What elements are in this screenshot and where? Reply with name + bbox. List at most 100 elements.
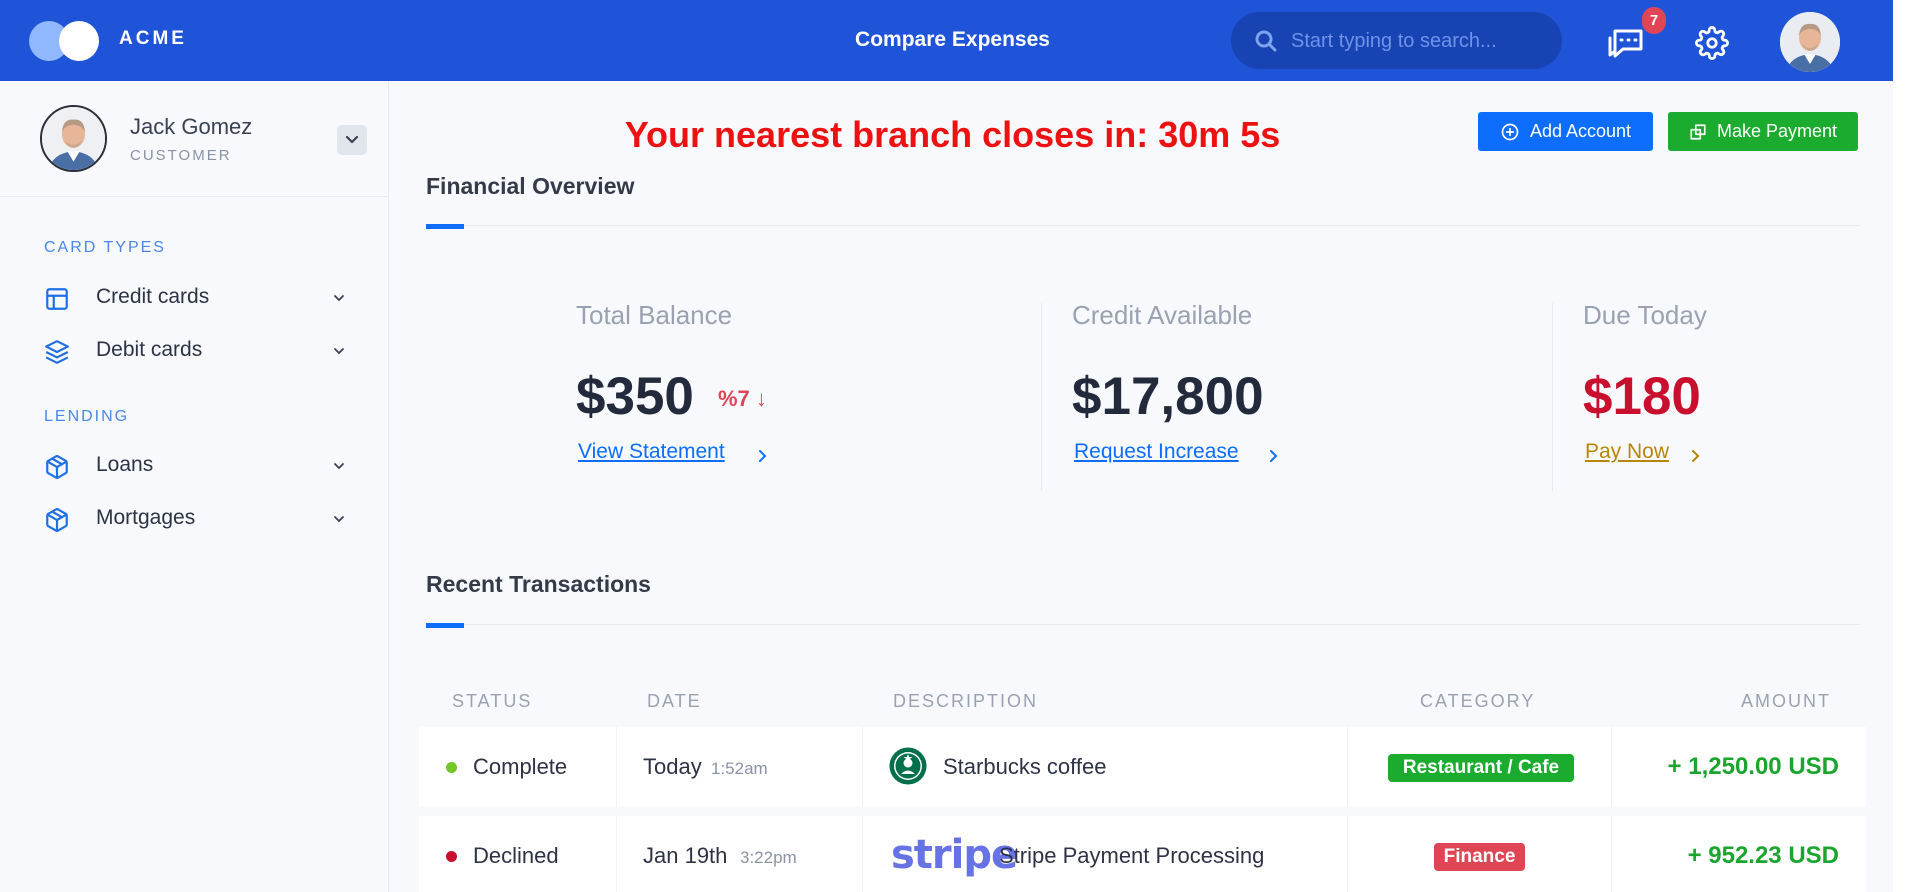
- chat-icon[interactable]: [1607, 25, 1647, 61]
- chevron-down-icon: [334, 516, 344, 523]
- stat-label: Due Today: [1583, 300, 1707, 330]
- request-increase-link[interactable]: Request Increase: [1074, 440, 1239, 464]
- column-header-amount[interactable]: AMOUNT: [1741, 691, 1831, 712]
- stat-divider: [1552, 303, 1553, 491]
- sidebar-item-loans[interactable]: Loans: [40, 447, 350, 485]
- acme-logo[interactable]: [29, 21, 99, 61]
- section-heading-lending: LENDING: [44, 408, 130, 425]
- cell-divider: [1347, 816, 1348, 892]
- view-statement-link[interactable]: View Statement: [578, 440, 725, 464]
- stat-value: $180: [1583, 367, 1701, 426]
- sidebar-item-label: Mortgages: [96, 506, 196, 529]
- chevron-right-icon: [1270, 450, 1278, 462]
- top-bar: ACME Compare Expenses 7: [0, 0, 1893, 81]
- logo-circle-right: [59, 21, 99, 61]
- cell-divider: [616, 727, 617, 807]
- transaction-time: 1:52am: [711, 759, 768, 778]
- make-payment-button[interactable]: Make Payment: [1668, 112, 1858, 151]
- column-header-category[interactable]: CATEGORY: [1420, 691, 1535, 712]
- user-profile: Jack Gomez CUSTOMER: [40, 105, 367, 175]
- section-rule: [426, 624, 1860, 625]
- transaction-date: Jan 19th: [643, 843, 728, 868]
- page-title: Compare Expenses: [855, 28, 1050, 51]
- branch-countdown-banner: Your nearest branch closes in: 30m 5s: [624, 114, 1281, 155]
- sidebar-item-label: Loans: [96, 453, 154, 476]
- cell-divider: [1347, 727, 1348, 807]
- sidebar-item-label: Credit cards: [96, 285, 210, 308]
- stat-due-today: Due Today $180 Pay Now: [1583, 300, 1707, 463]
- stat-value: $17,800: [1072, 367, 1264, 426]
- financial-overview-heading: Financial Overview: [426, 173, 635, 199]
- cell-divider: [1611, 816, 1612, 892]
- cell-divider: [862, 727, 863, 807]
- stat-total-balance: Total Balance $350 View Statement: [576, 300, 767, 463]
- stat-credit-available: Credit Available $17,800 Request Increas…: [1072, 300, 1278, 463]
- category-badge: Finance: [1434, 843, 1525, 871]
- stat-divider: [1041, 303, 1042, 491]
- plus-circle-icon: [1501, 123, 1519, 140]
- transaction-description: Stripe Payment Processing: [999, 843, 1265, 868]
- status-dot: [446, 851, 457, 862]
- transaction-date: Today: [643, 754, 702, 779]
- pay-now-link[interactable]: Pay Now: [1585, 440, 1669, 464]
- section-accent: [426, 224, 464, 229]
- stat-value: $350: [576, 367, 694, 426]
- make-payment-label: Make Payment: [1716, 121, 1838, 141]
- sidebar-item-credit-cards[interactable]: Credit cards: [40, 279, 350, 317]
- chevron-right-icon: [759, 450, 767, 462]
- table-row[interactable]: Complete Today 1:52am Starbucks coffee R…: [419, 727, 1866, 807]
- chevron-down-icon: [334, 295, 344, 302]
- column-header-date[interactable]: DATE: [647, 691, 702, 712]
- transaction-status: Declined: [473, 843, 559, 868]
- sidebar-item-mortgages[interactable]: Mortgages: [40, 500, 350, 538]
- section-heading-card-types: CARD TYPES: [44, 239, 166, 256]
- add-account-label: Add Account: [1529, 121, 1632, 141]
- cell-divider: [616, 816, 617, 892]
- transaction-amount: + 952.23 USD: [1687, 842, 1839, 869]
- user-name: Jack Gomez: [130, 114, 253, 139]
- transaction-time: 3:22pm: [740, 848, 797, 867]
- chevron-down-icon: [334, 463, 344, 470]
- search-input[interactable]: [1291, 26, 1541, 56]
- column-header-description[interactable]: DESCRIPTION: [893, 691, 1038, 712]
- status-dot: [446, 762, 457, 773]
- balance-change-indicator: %7 ↓: [718, 386, 767, 411]
- user-menu-toggle[interactable]: [337, 125, 367, 155]
- table-row[interactable]: Declined Jan 19th 3:22pm stripe Stripe P…: [419, 816, 1866, 892]
- gear-icon[interactable]: [1695, 26, 1729, 60]
- chevron-right-icon: [1692, 450, 1700, 462]
- chevron-down-icon: [334, 348, 344, 355]
- section-rule: [426, 225, 1860, 226]
- cell-divider: [1611, 727, 1612, 807]
- recent-transactions-heading: Recent Transactions: [426, 571, 651, 597]
- transaction-amount: + 1,250.00 USD: [1667, 753, 1839, 780]
- category-badge: Restaurant / Cafe: [1388, 754, 1574, 782]
- chevron-down-icon: [345, 135, 359, 144]
- column-header-status[interactable]: STATUS: [452, 691, 532, 712]
- sidebar: Jack Gomez CUSTOMER CARD TYPES Credit ca…: [0, 81, 389, 892]
- notification-badge: 7: [1642, 7, 1666, 34]
- brand-name[interactable]: ACME: [119, 28, 187, 50]
- divider: [0, 196, 389, 197]
- user-photo-icon: [1780, 12, 1840, 72]
- layout-icon: [46, 288, 68, 310]
- add-account-button[interactable]: Add Account: [1478, 112, 1653, 151]
- avatar[interactable]: [1780, 12, 1840, 72]
- stat-label: Total Balance: [576, 300, 733, 330]
- user-role: CUSTOMER: [130, 147, 232, 164]
- window-edge: [1893, 0, 1920, 892]
- stat-label: Credit Available: [1072, 300, 1253, 330]
- transaction-status: Complete: [473, 754, 568, 779]
- transaction-description: Starbucks coffee: [943, 754, 1107, 779]
- layers-icon: [45, 340, 69, 364]
- user-photo-icon: [42, 107, 105, 170]
- package-icon: [46, 455, 68, 479]
- section-accent: [426, 623, 464, 628]
- sidebar-item-debit-cards[interactable]: Debit cards: [40, 332, 350, 370]
- starbucks-logo: [889, 747, 927, 785]
- avatar[interactable]: [40, 105, 107, 172]
- package-icon: [46, 508, 68, 532]
- search-box[interactable]: [1231, 12, 1562, 69]
- cell-divider: [862, 816, 863, 892]
- search-icon: [1255, 30, 1277, 52]
